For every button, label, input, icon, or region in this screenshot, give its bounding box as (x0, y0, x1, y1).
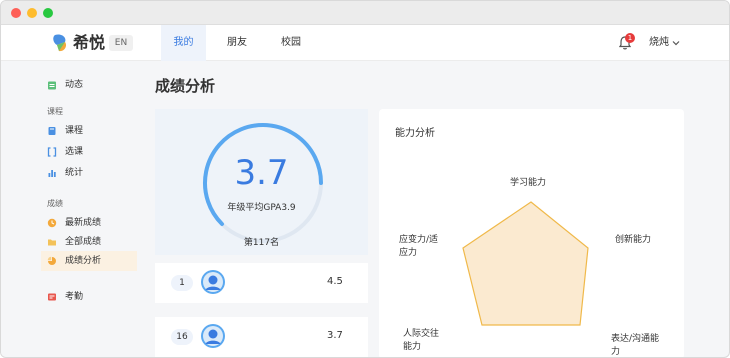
sidebar-item-label: 考勤 (65, 292, 84, 302)
logo-icon (53, 34, 67, 52)
tab-friends[interactable]: 朋友 (219, 25, 255, 61)
attendance-icon (48, 293, 56, 301)
sidebar-item-attendance[interactable]: 考勤 (41, 287, 137, 307)
top-navigation: 希悦 EN 我的 朋友 校园 1 烧炖 (1, 25, 729, 61)
minimize-window-button[interactable] (27, 8, 37, 18)
radar-axis-label: 学习能力 (510, 178, 547, 188)
sidebar-item-feed[interactable]: 动态 (41, 75, 137, 95)
pie-icon (47, 256, 56, 265)
sidebar-item-all-grades[interactable]: 全部成绩 (41, 232, 137, 252)
gpa-card: 3.7 年级平均GPA3.9 第117名 (155, 109, 368, 255)
class-rank: 第117名 (243, 238, 280, 248)
sidebar-item-select-course[interactable]: 选课 (41, 142, 137, 162)
score-value: 3.7 (327, 330, 343, 341)
maximize-window-button[interactable] (43, 8, 53, 18)
clock-icon (47, 218, 57, 228)
tab-mine[interactable]: 我的 (161, 25, 206, 61)
list-item[interactable]: 16 3.7 (155, 317, 368, 357)
sidebar-item-label: 成绩分析 (65, 256, 102, 266)
calendar-icon (48, 81, 56, 90)
radar-axis-label: 应变力/适应力 (399, 235, 439, 258)
page-title: 成绩分析 (155, 77, 216, 95)
app-window: 希悦 EN 我的 朋友 校园 1 烧炖 动态 课程 课程 选课 统计 成绩 最新… (0, 0, 730, 358)
radar-axis-label: 人际交往能力 (403, 329, 440, 352)
sidebar-item-label: 选课 (65, 147, 84, 157)
bracket-icon (47, 147, 57, 157)
sidebar-item-label: 课程 (65, 126, 84, 136)
gpa-value: 3.7 (234, 153, 289, 193)
grade-average-label: 年级平均GPA3.9 (227, 203, 296, 213)
rank-badge: 16 (171, 329, 193, 345)
sidebar-item-label: 全部成绩 (65, 237, 102, 247)
sidebar-item-label: 最新成绩 (65, 218, 102, 228)
sidebar-group-title: 成绩 (47, 199, 63, 208)
notification-badge: 1 (625, 33, 635, 43)
bar-chart-icon (48, 170, 56, 177)
book-icon (48, 127, 56, 135)
sidebar-item-latest-grades[interactable]: 最新成绩 (41, 213, 137, 233)
radar-axis-label: 表达/沟通能力 (611, 334, 660, 357)
folder-icon (48, 239, 56, 246)
language-toggle-button[interactable]: EN (109, 35, 133, 51)
brand-name: 希悦 (73, 33, 106, 52)
sidebar-group-title: 课程 (47, 107, 63, 116)
list-item[interactable]: 1 4.5 (155, 263, 368, 303)
avatar (201, 324, 225, 348)
rank-badge: 1 (171, 275, 193, 291)
window-titlebar (1, 1, 729, 25)
sidebar-item-grade-analysis[interactable]: 成绩分析 (41, 251, 137, 271)
sidebar-item-label: 动态 (65, 80, 84, 90)
sidebar: 动态 课程 课程 选课 统计 成绩 最新成绩 全部成绩 成绩分析 考勤 (1, 62, 141, 357)
tab-campus[interactable]: 校园 (273, 25, 309, 61)
sidebar-item-courses[interactable]: 课程 (41, 121, 137, 141)
score-value: 4.5 (327, 276, 343, 287)
close-window-button[interactable] (11, 8, 21, 18)
sidebar-item-label: 统计 (65, 168, 84, 178)
radar-axis-label: 创新能力 (615, 235, 652, 245)
avatar (201, 270, 225, 294)
user-name[interactable]: 烧炖 (649, 36, 669, 50)
ability-analysis-card: 能力分析 学习能力 创新能力 表达/沟通能力 人际交往能力 应变力/适应力 (379, 109, 684, 357)
chevron-down-icon[interactable] (672, 39, 680, 47)
sidebar-item-statistics[interactable]: 统计 (41, 163, 137, 183)
